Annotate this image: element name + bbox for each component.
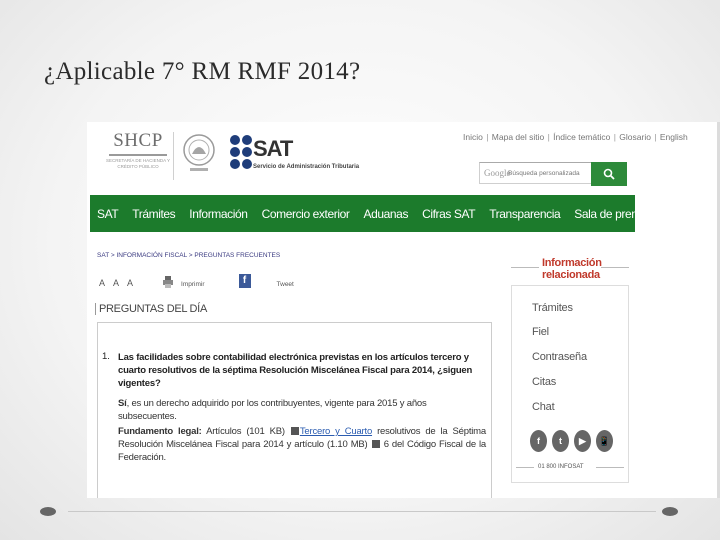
twitter-icon[interactable]: t [552, 430, 569, 452]
top-links: Inicio | Mapa del sitio | Índice temátic… [463, 132, 688, 142]
nav-informacion[interactable]: Información [182, 207, 254, 221]
shcp-logo[interactable]: SHCP SECRETARÍA DE HACIENDA Y CRÉDITO PÚ… [103, 130, 173, 170]
top-link-mapa[interactable]: Mapa del sitio [492, 132, 544, 142]
related-link-chat[interactable]: Chat [532, 401, 555, 413]
section-title: PREGUNTAS DEL DÍA [95, 303, 207, 315]
page-tools: A A A Imprimir f Tweet [99, 274, 294, 288]
tweet-button[interactable]: Tweet [277, 281, 294, 288]
answer-text: Sí, es un derecho adquirido por los cont… [118, 398, 427, 422]
slide-title: ¿Aplicable 7° RM RMF 2014? [44, 58, 361, 85]
slide-footer-line [68, 511, 656, 512]
pdf-icon [290, 427, 299, 436]
search-button[interactable] [591, 162, 627, 186]
top-link-inicio[interactable]: Inicio [463, 132, 483, 142]
top-link-glosario[interactable]: Glosario [619, 132, 651, 142]
social-icons: f t ▶ 📱 [530, 430, 613, 452]
related-link-tramites[interactable]: Trámites [532, 302, 573, 314]
nav-sala-de-prensa[interactable]: Sala de prensa [567, 207, 656, 221]
infosat-phone: 01 800 INFOSAT [538, 464, 584, 470]
font-size-button[interactable]: A [99, 278, 105, 288]
question-text: Las facilidades sobre contabilidad elect… [118, 352, 473, 389]
nav-transparencia[interactable]: Transparencia [482, 207, 567, 221]
nav-sat[interactable]: SAT [90, 207, 125, 221]
faq-content: 1. Las facilidades sobre contabilidad el… [97, 322, 492, 498]
font-size-button[interactable]: A [127, 278, 133, 288]
search-input[interactable] [508, 167, 596, 180]
print-label[interactable]: Imprimir [181, 281, 204, 288]
top-link-indice[interactable]: Índice temático [553, 132, 610, 142]
font-size-button[interactable]: A [113, 278, 119, 288]
website-screenshot: SHCP SECRETARÍA DE HACIENDA Y CRÉDITO PÚ… [87, 122, 720, 498]
related-info-panel: Trámites Fiel Contraseña Citas Chat f t … [511, 285, 629, 483]
pdf-icon [371, 440, 380, 449]
nav-contacto[interactable]: Contacto [656, 207, 715, 221]
search-box: Google [479, 162, 599, 184]
nav-aduanas[interactable]: Aduanas [356, 207, 415, 221]
related-link-fiel[interactable]: Fiel [532, 326, 549, 338]
national-seal-icon [183, 134, 215, 171]
main-nav: SAT Trámites Información Comercio exteri… [90, 195, 709, 232]
nav-cifras-sat[interactable]: Cifras SAT [415, 207, 482, 221]
print-icon[interactable] [163, 276, 174, 288]
nav-tramites[interactable]: Trámites [125, 207, 182, 221]
slide-bullet-right [662, 507, 678, 516]
facebook-icon[interactable]: f [530, 430, 547, 452]
logo-divider [173, 132, 174, 180]
question-number: 1. [102, 351, 110, 362]
youtube-icon[interactable]: ▶ [574, 430, 591, 452]
top-link-english[interactable]: English [660, 132, 688, 142]
facebook-icon[interactable]: f [238, 274, 251, 288]
nav-comercio-exterior[interactable]: Comercio exterior [255, 207, 357, 221]
related-link-citas[interactable]: Citas [532, 376, 556, 388]
related-info-heading: Información relacionada [542, 257, 602, 281]
shcp-logo-text: SHCP [113, 130, 163, 151]
articulos-link[interactable]: Tercero y Cuarto [300, 426, 372, 437]
sat-logo-text: SAT [253, 136, 293, 161]
google-label: Google [484, 168, 511, 178]
sat-subtitle: Servicio de Administración Tributaria [253, 164, 360, 170]
search-icon [603, 168, 615, 180]
legal-basis: Fundamento legal: Artículos (101 KB) Ter… [118, 426, 486, 463]
breadcrumb[interactable]: SAT > INFORMACIÓN FISCAL > PREGUNTAS FRE… [97, 252, 280, 259]
mobile-app-icon[interactable]: 📱 [596, 430, 613, 452]
shcp-subtitle: SECRETARÍA DE HACIENDA Y CRÉDITO PÚBLICO [105, 158, 171, 169]
related-link-contrasena[interactable]: Contraseña [532, 351, 587, 363]
slide-bullet-left [40, 507, 56, 516]
